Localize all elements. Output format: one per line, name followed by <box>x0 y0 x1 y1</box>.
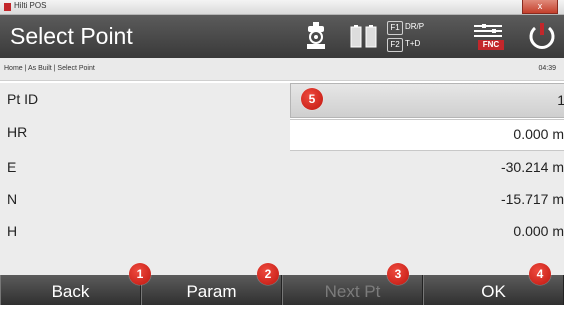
window-close-button[interactable]: x <box>522 0 558 14</box>
header-bar: Select Point F1 DR/P F2 T+D FNC <box>0 15 564 58</box>
app-name: Hilti POS <box>14 1 47 10</box>
battery-icon <box>350 25 377 48</box>
n-value: -15.717 m <box>500 191 564 207</box>
callout-badge-5: 5 <box>301 88 323 110</box>
e-label: E <box>7 159 17 175</box>
callout-badge-4: 4 <box>529 263 551 285</box>
power-icon[interactable] <box>525 19 559 53</box>
f1-label: DR/P <box>405 22 425 31</box>
fnc-button[interactable]: FNC <box>478 40 504 50</box>
window-titlebar: Hilti POS x <box>0 0 564 15</box>
callout-badge-1: 1 <box>129 263 151 285</box>
hr-label: HR <box>7 124 28 140</box>
h-value: 0.000 m <box>513 223 564 239</box>
h-label: H <box>7 223 18 239</box>
back-button[interactable]: Back <box>0 275 141 305</box>
app-icon <box>4 3 11 11</box>
f1-key-icon[interactable]: F1 <box>387 21 403 35</box>
callout-badge-2: 2 <box>257 263 279 285</box>
pt-id-label: Pt ID <box>7 91 39 107</box>
row-pt-id: Pt ID <box>0 83 564 120</box>
callout-badge-3: 3 <box>387 263 409 285</box>
row-hr: HR <box>0 116 564 153</box>
e-value: -30.214 m <box>500 159 564 175</box>
footer-bar: Back Param Next Pt OK <box>0 275 564 305</box>
f2-label: T+D <box>405 39 421 48</box>
n-label: N <box>7 191 18 207</box>
clock: 04:39 <box>538 65 556 72</box>
page-title: Select Point <box>10 23 133 49</box>
row-h: H 0.000 m <box>0 215 564 252</box>
breadcrumb: Home | As Built | Select Point <box>4 65 95 72</box>
f2-key-icon[interactable]: F2 <box>387 38 403 52</box>
breadcrumb-bar: Home | As Built | Select Point 04:39 <box>0 58 564 81</box>
instrument-icon[interactable] <box>300 20 332 52</box>
